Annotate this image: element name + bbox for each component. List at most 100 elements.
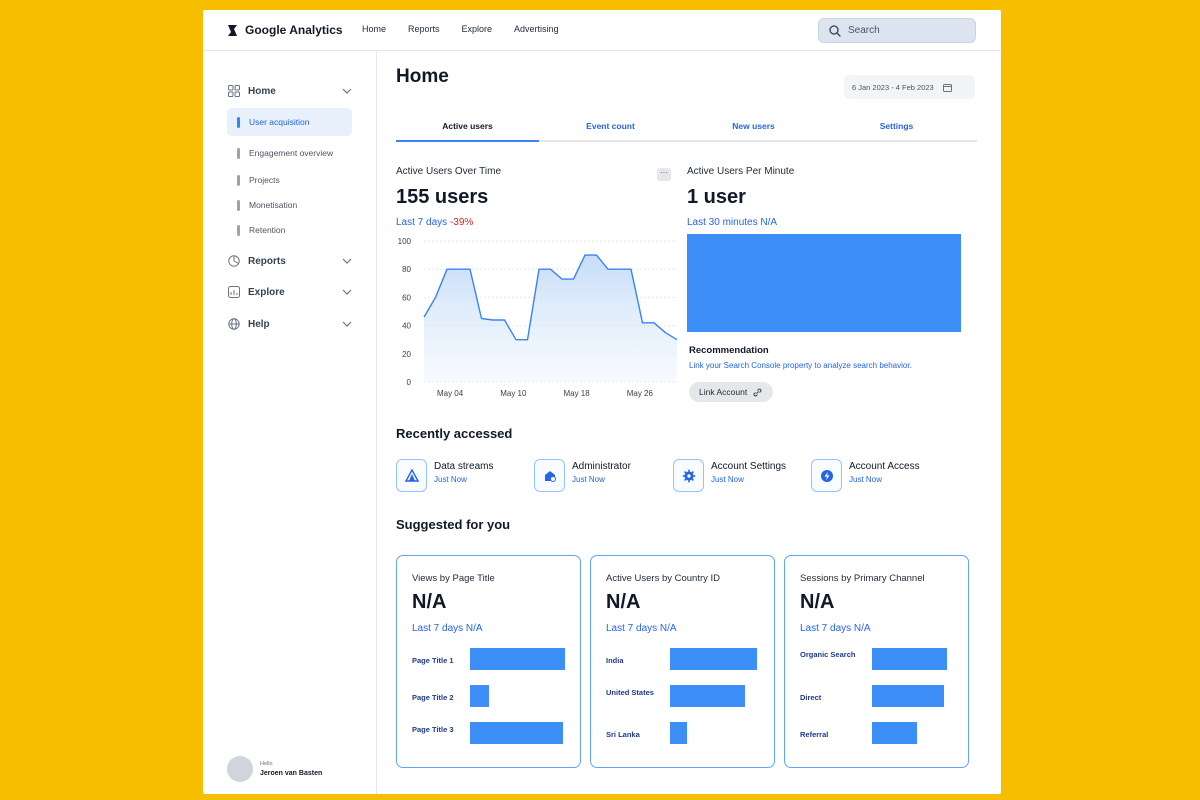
bar [670, 685, 745, 707]
recent-item-data-streams[interactable]: Data streams Just Now [396, 459, 493, 492]
sidebar-group-reports[interactable]: Reports [228, 253, 352, 269]
bar [670, 722, 687, 744]
search-input[interactable]: Search [818, 18, 976, 43]
avatar [227, 756, 253, 782]
recent-item-time: Just Now [711, 475, 744, 484]
sidebar-item-label: Engagement overview [249, 148, 334, 158]
suggested-card-channel[interactable]: Sessions by Primary Channel N/A Last 7 d… [784, 555, 969, 768]
per-minute-bar [687, 234, 961, 332]
suggested-card-page-title[interactable]: Views by Page Title N/A Last 7 days N/A … [396, 555, 581, 768]
x-tick-label: May 26 [627, 389, 654, 398]
per-minute-label: Active Users Per Minute [687, 166, 795, 177]
active-users-value: 155 users [396, 186, 489, 208]
recent-item-account-access[interactable]: Account Access Just Now [811, 459, 920, 492]
card-title: Views by Page Title [412, 573, 495, 584]
card-title: Active Users by Country ID [606, 573, 721, 584]
sidebar-group-label: Help [248, 318, 270, 330]
recent-item-time: Just Now [434, 475, 467, 484]
sidebar-item-user-acquisition[interactable]: User acquisition [227, 108, 352, 136]
admin-icon [534, 459, 565, 492]
logo[interactable]: Google Analytics [228, 23, 343, 37]
tab-event-count[interactable]: Event count [539, 118, 682, 140]
link-account-label: Link Account [699, 387, 748, 397]
sidebar-item-projects[interactable]: Projects [227, 166, 352, 194]
recent-item-name: Account Settings [711, 461, 787, 472]
topnav-advertising[interactable]: Advertising [514, 24, 559, 34]
bar-label: Organic Search [800, 650, 856, 659]
calendar-icon [942, 83, 952, 92]
x-tick-label: May 10 [500, 389, 527, 398]
bar [872, 648, 947, 670]
per-minute-period: Last 30 minutes N/A [687, 217, 778, 228]
chevron-down-icon [342, 321, 352, 327]
user-profile[interactable]: Hello Jeroen van Basten [227, 756, 322, 782]
main-content: Home 6 Jan 2023 - 4 Feb 2023 Active user… [377, 51, 1001, 794]
topnav-reports[interactable]: Reports [408, 24, 440, 34]
data-streams-icon [396, 459, 427, 492]
sidebar-item-monetisation[interactable]: Monetisation [227, 191, 352, 219]
link-account-button[interactable]: Link Account [689, 382, 773, 402]
explore-chart-icon [228, 286, 240, 298]
suggested-title: Suggested for you [396, 517, 511, 532]
recent-item-administrator[interactable]: Administrator Just Now [534, 459, 631, 492]
sidebar: Home User acquisition Engagement overvie… [203, 51, 377, 794]
active-users-chart: 0 20 40 60 80 100 May 04 May 10 May 18 May 26 [398, 237, 678, 398]
suggested-card-country[interactable]: Active Users by Country ID N/A Last 7 da… [590, 555, 775, 768]
bar-label: Sri Lanka [606, 730, 640, 739]
search-placeholder: Search [848, 25, 880, 36]
chevron-down-icon [342, 289, 352, 295]
recent-item-name: Account Access [849, 461, 920, 472]
sidebar-item-label: Retention [249, 225, 286, 235]
recommendation-text: Link your Search Console property to ana… [689, 361, 912, 370]
globe-icon [228, 318, 240, 330]
date-range-text: 6 Jan 2023 - 4 Feb 2023 [852, 82, 934, 92]
sidebar-item-engagement-overview[interactable]: Engagement overview [227, 139, 352, 167]
active-users-period: Last 7 days -39% [396, 217, 473, 228]
date-range-picker[interactable]: 6 Jan 2023 - 4 Feb 2023 [844, 75, 975, 99]
bar [470, 685, 489, 707]
per-minute-value: 1 user [687, 186, 746, 208]
more-options-button[interactable]: ··· [657, 168, 671, 181]
y-tick-label: 60 [402, 293, 411, 302]
bar [872, 722, 917, 744]
top-nav: Home Reports Explore Advertising [362, 24, 559, 34]
x-tick-label: May 18 [563, 389, 590, 398]
topnav-explore[interactable]: Explore [462, 24, 493, 34]
bar-label: Page Title 3 [412, 725, 454, 734]
recommendation-title: Recommendation [689, 345, 769, 356]
user-greeting: Hello [260, 761, 273, 767]
sidebar-group-explore[interactable]: Explore [228, 284, 352, 300]
bar-label: Page Title 2 [412, 693, 454, 702]
tab-settings[interactable]: Settings [825, 118, 968, 140]
y-tick-label: 80 [402, 265, 411, 274]
card-value: N/A [800, 591, 835, 613]
sidebar-item-retention[interactable]: Retention [227, 216, 352, 244]
sidebar-item-label: User acquisition [249, 117, 310, 127]
link-icon [753, 388, 762, 396]
chevron-down-icon [342, 88, 352, 94]
chevron-down-icon [342, 258, 352, 264]
y-tick-label: 100 [398, 237, 412, 246]
app-title: Google Analytics [245, 23, 343, 37]
tab-new-users[interactable]: New users [682, 118, 825, 140]
sidebar-group-home[interactable]: Home [228, 83, 352, 99]
bar-label: Referral [800, 730, 829, 739]
sidebar-item-label: Projects [249, 175, 280, 185]
pie-chart-icon [228, 255, 240, 267]
top-bar: Google Analytics Home Reports Explore Ad… [203, 10, 1001, 51]
page-title: Home [396, 66, 449, 87]
user-name: Jeroen van Basten [260, 770, 323, 777]
tab-active-users[interactable]: Active users [396, 118, 539, 142]
card-value: N/A [606, 591, 641, 613]
bar [670, 648, 757, 670]
recent-item-name: Administrator [572, 461, 631, 472]
grid-icon [228, 85, 240, 97]
topnav-home[interactable]: Home [362, 24, 386, 34]
recent-item-account-settings[interactable]: Account Settings Just Now [673, 459, 786, 492]
sidebar-group-label: Home [248, 85, 276, 97]
card-value: N/A [412, 591, 447, 613]
settings-gear-icon [673, 459, 704, 492]
sidebar-group-help[interactable]: Help [228, 316, 352, 332]
y-tick-label: 20 [402, 350, 411, 359]
sidebar-group-label: Reports [248, 255, 286, 267]
